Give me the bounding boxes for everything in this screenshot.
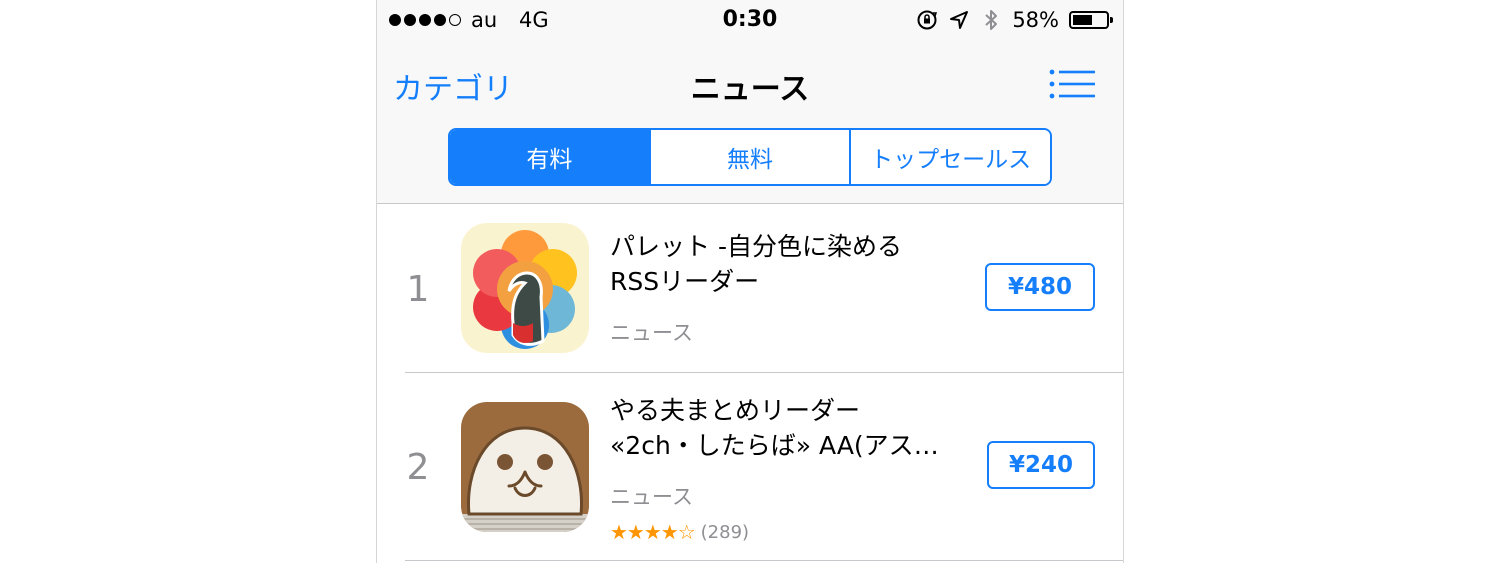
segment-free[interactable]: 無料 [650, 130, 852, 184]
row-divider [405, 560, 1123, 561]
price-button[interactable]: ¥480 [985, 263, 1095, 311]
battery-icon [1069, 11, 1113, 29]
rating-count: (289) [700, 521, 750, 543]
ranking-segmented-control: 有料 無料 トップセールス [448, 128, 1052, 186]
page-title: ニュース [690, 72, 810, 107]
rank-number: 2 [406, 447, 430, 488]
location-arrow-icon [948, 8, 970, 32]
yaruo-app-icon[interactable] [461, 402, 589, 532]
app-title-line-2: «2ch・したらば» AA(アスキーアート) [610, 431, 958, 460]
app-title-line-2: RSSリーダー [610, 267, 760, 296]
app-store-screen: au 4G 0:30 58% カテゴリ ニュース 有料 無料 トップセールス 1… [376, 0, 1124, 563]
app-category: ニュース [610, 321, 693, 345]
star-rating-icon: ★★★★☆ [610, 520, 696, 544]
palette-app-icon[interactable] [461, 223, 589, 353]
rating: ★★★★☆ (289) [610, 520, 749, 544]
battery-percentage: 58% [1012, 8, 1059, 32]
list-icon[interactable] [1049, 68, 1095, 100]
rotation-lock-icon [916, 8, 938, 32]
status-bar: au 4G 0:30 58% [377, 0, 1123, 42]
app-list-item[interactable]: 1 パレット -自分色に染める RSSリーダー ニュース ¥480 [377, 205, 1123, 372]
app-title-line-1: やる夫まとめリーダー [610, 396, 861, 425]
top-bar: au 4G 0:30 58% カテゴリ ニュース 有料 無料 トップセールス [377, 0, 1123, 204]
app-category: ニュース [610, 485, 693, 509]
app-title-line-1: パレット -自分色に染める [610, 232, 902, 261]
app-list-item[interactable]: 2 やる夫まとめリーダー «2ch・したらば» AA(アスキーアート) ニュース… [377, 373, 1123, 563]
segment-paid[interactable]: 有料 [450, 130, 651, 184]
status-icons: 58% [916, 8, 1113, 32]
segment-top-grossing[interactable]: トップセールス [851, 130, 1050, 184]
rank-number: 1 [406, 269, 430, 310]
bluetooth-icon [980, 8, 1002, 32]
navigation-bar: カテゴリ ニュース [377, 42, 1123, 124]
price-button[interactable]: ¥240 [987, 441, 1095, 489]
